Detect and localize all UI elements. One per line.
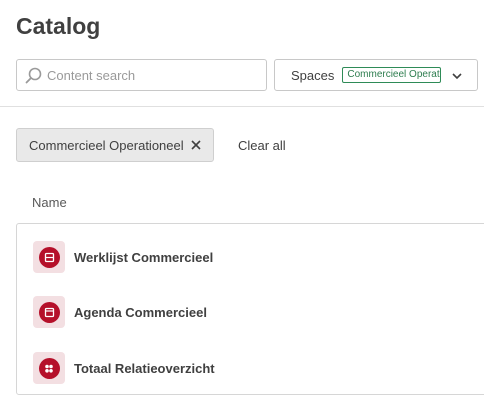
column-header-name[interactable]: Name [32, 195, 67, 210]
filter-chip-label: Commercieel Operationeel [29, 137, 184, 153]
spaces-selected-chip: Commercieel Operationeel [342, 67, 442, 83]
search-box[interactable] [16, 59, 267, 91]
spaces-dropdown[interactable]: Spaces Commercieel Operationeel [274, 59, 478, 91]
spaces-label: Spaces [291, 67, 335, 83]
catalog-page: Catalog Spaces Commercieel Operationeel … [0, 0, 484, 404]
clear-all-button[interactable]: Clear all [238, 138, 286, 153]
search-input[interactable] [47, 61, 262, 89]
list-item-label: Werklijst Commercieel [74, 249, 214, 265]
list-item[interactable]: Werklijst Commercieel [17, 237, 484, 277]
search-icon [25, 67, 42, 84]
list-item[interactable]: Totaal Relatieoverzicht [17, 348, 484, 388]
active-filter-chip: Commercieel Operationeel [16, 128, 214, 162]
item-icon-container [33, 296, 65, 328]
item-icon-container [33, 241, 65, 273]
list-item-label: Agenda Commercieel [74, 304, 207, 320]
page-title: Catalog [16, 13, 101, 39]
chevron-down-icon[interactable] [451, 70, 463, 82]
close-icon[interactable] [190, 139, 202, 151]
list-item-label: Totaal Relatieoverzicht [74, 360, 215, 376]
catalog-list: Werklijst Commercieel Agenda Commercieel [16, 223, 484, 395]
divider [0, 106, 484, 107]
sheet-icon [38, 246, 60, 268]
sheet-icon [38, 301, 60, 323]
users-icon [38, 357, 60, 379]
list-item[interactable]: Agenda Commercieel [17, 292, 484, 332]
item-icon-container [33, 352, 65, 384]
